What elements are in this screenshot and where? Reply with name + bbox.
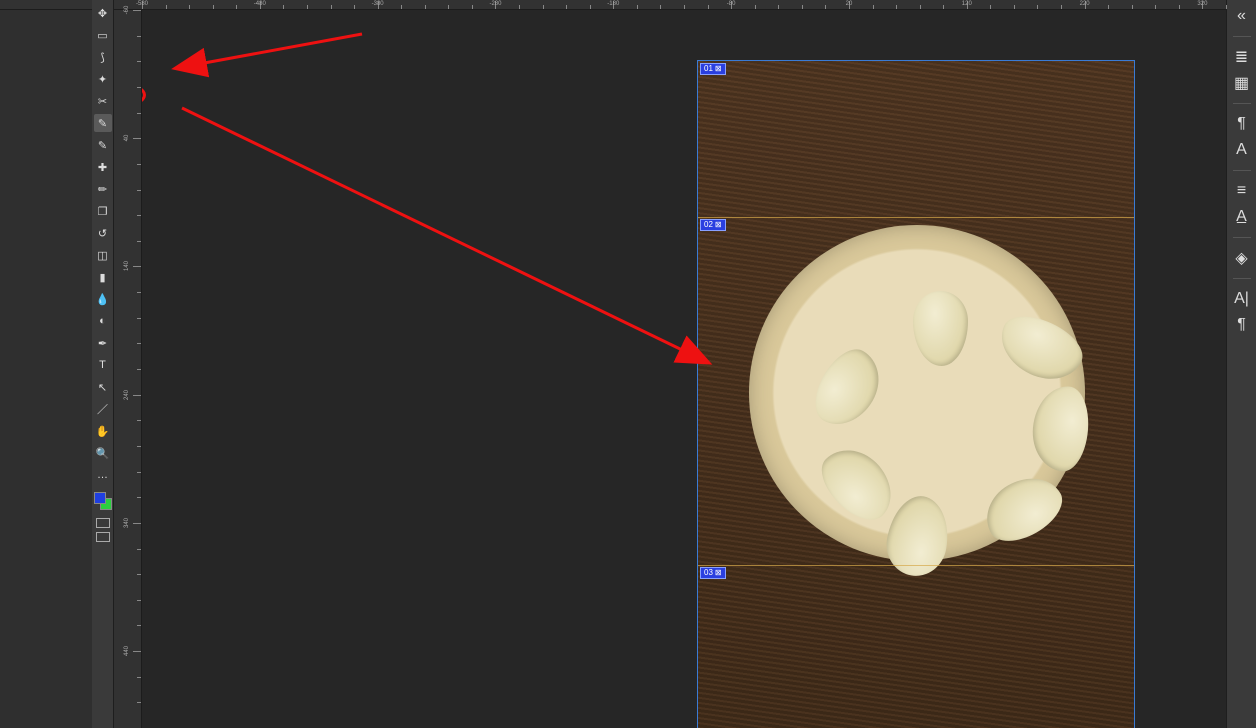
eyedropper-tool[interactable]: ✎ bbox=[94, 136, 112, 154]
slice-tool[interactable]: ✎ bbox=[94, 114, 112, 132]
move-tool[interactable]: ✥ bbox=[94, 4, 112, 22]
artboard[interactable]: 01⊠02⊠03⊠ bbox=[697, 60, 1135, 728]
swatches-panel-icon[interactable]: ▦ bbox=[1232, 73, 1252, 93]
line-tool[interactable]: ／ bbox=[94, 400, 112, 418]
adjustments-panel-icon[interactable]: ≡ bbox=[1232, 181, 1252, 201]
right-panel-strip: « ≣ ▦ ¶ A ≡ A̲ ◈ A| ¶ bbox=[1226, 0, 1256, 728]
gradient-tool[interactable]: ▮ bbox=[94, 268, 112, 286]
left-gutter bbox=[0, 10, 92, 728]
marquee-tool[interactable]: ▭ bbox=[94, 26, 112, 44]
annotation-ellipse bbox=[142, 83, 146, 107]
tool-palette: ✥ ▭ ⟆ ✦ ✂ ✎ ✎ ✚ ✏ ❐ ↺ ◫ ▮ 💧 ◐ ✒ T ↖ ／ ✋ 🔍 … bbox=[92, 0, 114, 728]
blur-tool[interactable]: 💧 bbox=[94, 290, 112, 308]
more-tools[interactable]: … bbox=[94, 466, 112, 484]
app-root: -580-480-380-280-180-8020120220320 ✥ ▭ ⟆ ✦ ✂… bbox=[0, 0, 1256, 728]
healing-brush-tool[interactable]: ✚ bbox=[94, 158, 112, 176]
styles-panel-icon[interactable]: A̲ bbox=[1232, 207, 1252, 227]
eraser-tool[interactable]: ◫ bbox=[94, 246, 112, 264]
crop-tool[interactable]: ✂ bbox=[94, 92, 112, 110]
screen-mode-standard[interactable] bbox=[96, 518, 110, 528]
paragraph-panel-icon[interactable]: ¶ bbox=[1232, 114, 1252, 134]
zoom-tool[interactable]: 🔍 bbox=[94, 444, 112, 462]
slice-image-icon: ⊠ bbox=[715, 219, 722, 231]
color-swatches[interactable] bbox=[94, 492, 112, 510]
history-brush-tool[interactable]: ↺ bbox=[94, 224, 112, 242]
fg-swatch[interactable] bbox=[94, 492, 106, 504]
hand-tool[interactable]: ✋ bbox=[94, 422, 112, 440]
dodge-tool[interactable]: ◐ bbox=[94, 312, 112, 330]
slice-number: 02 bbox=[704, 219, 713, 231]
slice-image-icon: ⊠ bbox=[715, 567, 722, 579]
slice-badge[interactable]: 02⊠ bbox=[700, 219, 726, 231]
vertical-ruler[interactable]: -6040140240340440 bbox=[114, 10, 142, 728]
magic-wand-tool[interactable]: ✦ bbox=[94, 70, 112, 88]
lasso-tool[interactable]: ⟆ bbox=[94, 48, 112, 66]
pen-tool[interactable]: ✒ bbox=[94, 334, 112, 352]
slice-number: 03 bbox=[704, 567, 713, 579]
slice-divider[interactable] bbox=[698, 217, 1134, 218]
glyphs-panel-icon[interactable]: ¶ bbox=[1232, 315, 1252, 335]
slice-number: 01 bbox=[704, 63, 713, 75]
align-panel-icon[interactable]: A| bbox=[1232, 289, 1252, 309]
clone-stamp-tool[interactable]: ❐ bbox=[94, 202, 112, 220]
slice-divider[interactable] bbox=[698, 565, 1134, 566]
character-panel-icon[interactable]: A bbox=[1232, 140, 1252, 160]
slice-image-icon: ⊠ bbox=[715, 63, 722, 75]
slice-badge[interactable]: 03⊠ bbox=[700, 567, 726, 579]
slice-badge[interactable]: 01⊠ bbox=[700, 63, 726, 75]
ruler-corner bbox=[0, 0, 142, 10]
path-selection-tool[interactable]: ↖ bbox=[94, 378, 112, 396]
expand-panels-icon[interactable]: « bbox=[1232, 6, 1252, 26]
3d-panel-icon[interactable]: ◈ bbox=[1232, 248, 1252, 268]
screen-mode-fullscreen[interactable] bbox=[96, 532, 110, 542]
color-panel-icon[interactable]: ≣ bbox=[1232, 47, 1252, 67]
type-tool[interactable]: T bbox=[94, 356, 112, 374]
brush-tool[interactable]: ✏ bbox=[94, 180, 112, 198]
canvas-area[interactable]: 01⊠02⊠03⊠ bbox=[142, 10, 1226, 728]
horizontal-ruler[interactable]: -580-480-380-280-180-8020120220320 bbox=[142, 0, 1226, 10]
